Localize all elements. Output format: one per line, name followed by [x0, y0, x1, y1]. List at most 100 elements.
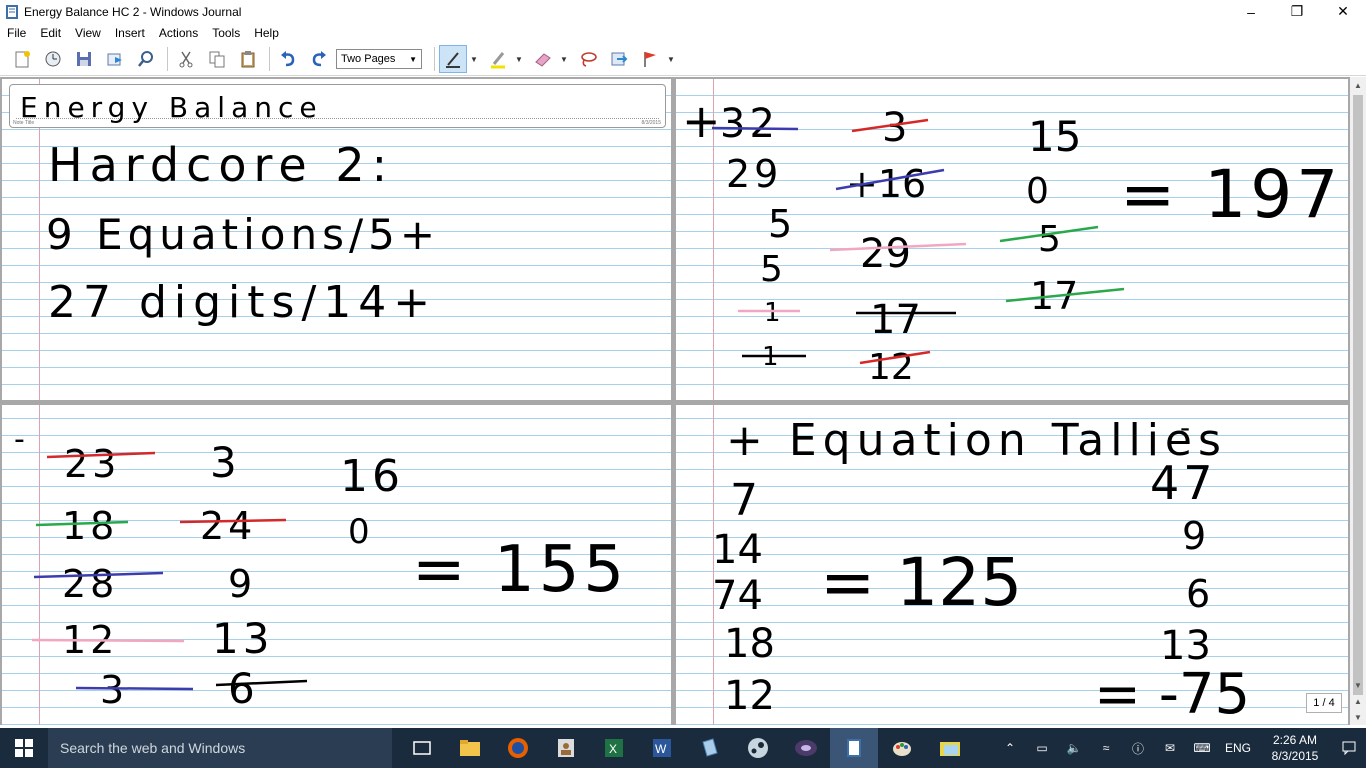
- ink-q3-col2-0: 3: [210, 438, 241, 487]
- firefox-icon: [508, 738, 528, 758]
- pen-button[interactable]: [439, 45, 467, 73]
- eraser-options-dropdown[interactable]: ▼: [560, 55, 570, 64]
- ink-q4-col2-0: 47: [1150, 456, 1217, 510]
- menu-actions[interactable]: Actions: [152, 26, 205, 40]
- toolbar-separator: [167, 47, 168, 71]
- close-button[interactable]: ✕: [1320, 0, 1366, 23]
- cut-button[interactable]: [172, 45, 200, 73]
- ink-q2-col1-0: 32: [720, 101, 779, 147]
- save-icon: [77, 52, 91, 66]
- ink-line-3: 27 digits/14+: [48, 277, 437, 328]
- journal-page-left[interactable]: Note Title 8/3/2015 Energy Balance Hardc…: [2, 79, 671, 725]
- undo-button[interactable]: [274, 45, 302, 73]
- handwriting-ink-right: + 32 29 5 5 1 1 3 +16 29 17 12 15 0 5 17…: [682, 94, 1348, 725]
- taskbar-word[interactable]: W: [638, 728, 686, 768]
- next-page-icon[interactable]: ▼: [1350, 709, 1366, 725]
- menu-help[interactable]: Help: [247, 26, 286, 40]
- show-hidden-icons-chevron-icon[interactable]: ⌃: [994, 741, 1026, 755]
- ink-q3-col2-3: 13: [212, 614, 273, 663]
- ink-q2-header: +: [682, 94, 721, 148]
- ink-q4-col1-4: 12: [724, 673, 775, 719]
- copy-icon: [209, 51, 225, 68]
- send-email-button[interactable]: [101, 45, 129, 73]
- copy-button[interactable]: [203, 45, 231, 73]
- taskbar-firefox[interactable]: [494, 728, 542, 768]
- ink-q2-col1-3: 5: [760, 249, 783, 290]
- language-indicator[interactable]: ENG: [1218, 741, 1258, 755]
- vertical-scrollbar[interactable]: ▲ ▼ ▲ ▼: [1350, 77, 1366, 725]
- svg-text:W: W: [655, 742, 667, 756]
- taskbar-excel[interactable]: X: [590, 728, 638, 768]
- minimize-button[interactable]: –: [1228, 0, 1274, 23]
- start-button[interactable]: [0, 728, 48, 768]
- ink-q2-col3-1: 0: [1026, 171, 1049, 212]
- paste-button[interactable]: [234, 45, 262, 73]
- menu-file[interactable]: File: [0, 26, 33, 40]
- time-stamp-button[interactable]: [39, 45, 67, 73]
- undo-icon: [281, 51, 295, 67]
- taskbar-notepad[interactable]: [686, 728, 734, 768]
- action-center-message-icon[interactable]: ✉: [1154, 741, 1186, 755]
- ink-q3-result: = 155: [412, 533, 628, 607]
- new-note-button[interactable]: [8, 45, 36, 73]
- taskbar-paint[interactable]: [878, 728, 926, 768]
- journal-workspace: Note Title 8/3/2015 Energy Balance Hardc…: [0, 77, 1350, 725]
- scrollbar-thumb[interactable]: [1353, 95, 1363, 695]
- previous-page-icon[interactable]: ▲: [1350, 693, 1366, 709]
- ink-strike: [31, 638, 185, 643]
- pen-options-dropdown[interactable]: ▼: [470, 55, 480, 64]
- maximize-button[interactable]: ❐: [1274, 0, 1320, 23]
- insert-space-icon: [611, 52, 628, 66]
- highlighter-button[interactable]: [484, 45, 512, 73]
- taskbar-search-box[interactable]: Search the web and Windows: [48, 728, 392, 768]
- ink-q4-col2-1: 9: [1182, 514, 1206, 558]
- system-tray: ⌃ ▭ 🔈 ≈ ⓘ ✉ ⌨ ENG 2:26 AM 8/3/2015: [994, 728, 1366, 768]
- flag-options-dropdown[interactable]: ▼: [667, 55, 677, 64]
- word-icon: W: [653, 739, 671, 757]
- notifications-icon[interactable]: [1332, 728, 1366, 768]
- battery-icon[interactable]: ▭: [1026, 741, 1058, 755]
- taskbar-journal[interactable]: [830, 728, 878, 768]
- task-view-button[interactable]: [398, 728, 446, 768]
- taskbar-folder[interactable]: [926, 728, 974, 768]
- menu-insert[interactable]: Insert: [108, 26, 152, 40]
- view-mode-select[interactable]: Two Pages ▼: [336, 49, 422, 69]
- eraser-button[interactable]: [529, 45, 557, 73]
- scroll-up-arrow-icon[interactable]: ▲: [1350, 77, 1366, 93]
- taskbar-media[interactable]: [782, 728, 830, 768]
- ink-q3-col1-1: 18: [62, 504, 118, 548]
- ink-q2-col2-0: 3: [882, 105, 907, 151]
- handwriting-ink-left: Energy Balance Hardcore 2: 9 Equations/5…: [14, 91, 628, 713]
- menu-edit[interactable]: Edit: [33, 26, 68, 40]
- ink-q3-col1-4: 3: [100, 668, 128, 712]
- save-button[interactable]: [70, 45, 98, 73]
- send-icon: [107, 53, 122, 66]
- update-alert-icon[interactable]: ⓘ: [1122, 740, 1154, 757]
- ink-q2-col3-0: 15: [1028, 112, 1081, 161]
- find-button[interactable]: [132, 45, 160, 73]
- menu-view[interactable]: View: [68, 26, 108, 40]
- wifi-icon[interactable]: ≈: [1090, 741, 1122, 755]
- ink-q2-col2-3: 17: [870, 297, 921, 343]
- volume-muted-icon[interactable]: 🔈: [1058, 741, 1090, 755]
- scroll-down-arrow-icon[interactable]: ▼: [1350, 677, 1366, 693]
- taskbar-file-explorer[interactable]: [446, 728, 494, 768]
- eraser-icon: [535, 53, 551, 67]
- clock[interactable]: 2:26 AM 8/3/2015: [1258, 732, 1332, 764]
- journal-page-right[interactable]: + 32 29 5 5 1 1 3 +16 29 17 12 15 0 5 17…: [676, 79, 1348, 725]
- redo-button[interactable]: [305, 45, 333, 73]
- chevron-down-icon: ▼: [409, 54, 417, 64]
- ink-q4-col2-header: -: [1180, 411, 1190, 444]
- highlighter-options-dropdown[interactable]: ▼: [515, 55, 525, 64]
- media-player-icon: [795, 740, 817, 756]
- menu-tools[interactable]: Tools: [205, 26, 247, 40]
- taskbar-steam[interactable]: [734, 728, 782, 768]
- taskbar-contacts[interactable]: [542, 728, 590, 768]
- flag-button[interactable]: [636, 45, 664, 73]
- keyboard-icon[interactable]: ⌨: [1186, 741, 1218, 755]
- lasso-select-button[interactable]: [574, 45, 602, 73]
- insert-space-button[interactable]: [605, 45, 633, 73]
- page-indicator: 1 / 4: [1306, 693, 1342, 713]
- lasso-icon: [581, 52, 597, 67]
- journal-app-icon: [6, 4, 18, 19]
